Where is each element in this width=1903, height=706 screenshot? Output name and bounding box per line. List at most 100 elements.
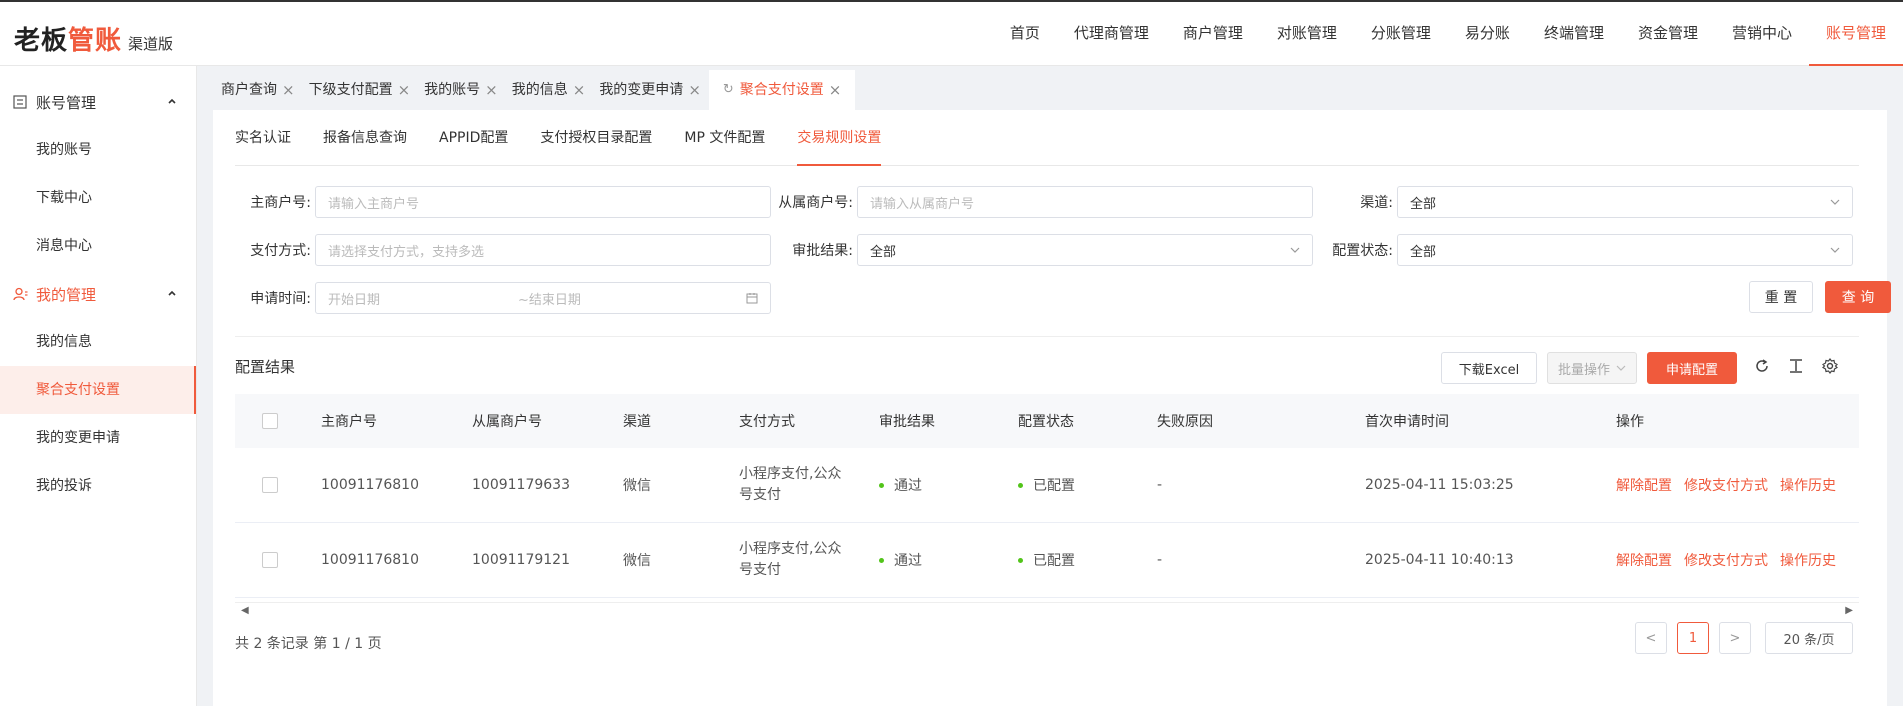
- horizontal-scrollbar[interactable]: ◀ ▶: [235, 602, 1859, 616]
- sidebar-item-complaints[interactable]: 我的投诉: [0, 462, 196, 510]
- sidebar-item-my-account[interactable]: 我的账号: [0, 126, 196, 174]
- close-icon[interactable]: ×: [573, 70, 586, 110]
- user-settings-icon: [12, 286, 28, 302]
- cell-apply-time: 2025-04-11 10:40:13: [1365, 552, 1514, 568]
- page-tab-merchant-query[interactable]: 商户查询 ×: [215, 70, 301, 110]
- row-checkbox[interactable]: [262, 552, 278, 568]
- close-icon[interactable]: ×: [688, 70, 701, 110]
- query-button[interactable]: 查 询: [1825, 281, 1891, 313]
- scroll-right-icon[interactable]: ▶: [1845, 605, 1853, 616]
- close-icon[interactable]: ×: [829, 70, 842, 110]
- page-1-button[interactable]: 1: [1677, 622, 1709, 654]
- start-date-input[interactable]: 开始日期: [328, 289, 518, 308]
- record-summary: 共 2 条记录 第 1 / 1 页: [235, 636, 382, 652]
- refresh-icon[interactable]: ↻: [723, 70, 734, 110]
- calendar-icon: [746, 293, 758, 304]
- close-icon[interactable]: ×: [485, 70, 498, 110]
- subtab-mp-file[interactable]: MP 文件配置: [684, 110, 765, 166]
- col-fail-reason: 失败原因: [1157, 414, 1213, 430]
- logo-text-2: 管账: [68, 26, 123, 56]
- page-size-select[interactable]: 20 条/页: [1765, 622, 1853, 654]
- reset-button[interactable]: 重 置: [1749, 281, 1813, 313]
- refresh-icon[interactable]: [1753, 357, 1771, 375]
- chevron-down-icon: [1616, 365, 1626, 371]
- status-dot: [879, 482, 884, 488]
- operation-history-link[interactable]: 操作历史: [1780, 475, 1836, 495]
- cell-pay-method: 小程序支付,公众 号支付: [739, 448, 879, 522]
- page-tab-aggregate-pay[interactable]: ↻ 聚合支付设置 ×: [708, 70, 856, 110]
- download-excel-button[interactable]: 下载Excel: [1441, 352, 1537, 384]
- sidebar-item-download[interactable]: 下载中心: [0, 174, 196, 222]
- sidebar-group-account[interactable]: 账号管理: [0, 78, 196, 126]
- end-date-input[interactable]: ~结束日期: [518, 289, 581, 308]
- topnav-merchant[interactable]: 商户管理: [1166, 2, 1260, 66]
- modify-pay-method-link[interactable]: 修改支付方式: [1684, 550, 1768, 570]
- batch-operation-button[interactable]: 批量操作: [1547, 352, 1637, 384]
- next-page-button[interactable]: >: [1719, 622, 1751, 654]
- topnav-home[interactable]: 首页: [993, 2, 1057, 66]
- main-merchant-input[interactable]: 请输入主商户号: [315, 186, 771, 218]
- topnav-reconcile[interactable]: 对账管理: [1260, 2, 1354, 66]
- unbind-config-link[interactable]: 解除配置: [1616, 550, 1672, 570]
- subtab-appid[interactable]: APPID配置: [439, 110, 508, 166]
- subtab-trade-rules[interactable]: 交易规则设置: [797, 110, 882, 166]
- select-all-checkbox[interactable]: [262, 413, 278, 429]
- operation-history-link[interactable]: 操作历史: [1780, 550, 1836, 570]
- status-dot: [879, 557, 884, 563]
- status-text: 通过: [894, 478, 922, 494]
- page-tab-my-info[interactable]: 我的信息 ×: [505, 70, 592, 110]
- row-checkbox[interactable]: [262, 477, 278, 493]
- filter-config-status: 配置状态: 全部: [1317, 233, 1853, 267]
- col-pay-method: 支付方式: [739, 414, 795, 430]
- subtab-filing-query[interactable]: 报备信息查询: [323, 110, 407, 166]
- select-value: 全部: [1410, 196, 1437, 212]
- sidebar-item-change-request[interactable]: 我的变更申请: [0, 414, 196, 462]
- col-first-apply-time: 首次申请时间: [1365, 414, 1449, 430]
- apply-config-button[interactable]: 申请配置: [1647, 352, 1737, 384]
- modify-pay-method-link[interactable]: 修改支付方式: [1684, 475, 1768, 495]
- filter-label: 渠道:: [1360, 195, 1393, 211]
- sidebar-item-my-info[interactable]: 我的信息: [0, 318, 196, 366]
- col-main-merchant: 主商户号: [321, 414, 377, 430]
- unbind-config-link[interactable]: 解除配置: [1616, 475, 1672, 495]
- scroll-left-icon[interactable]: ◀: [241, 605, 249, 616]
- cell-apply-time: 2025-04-11 15:03:25: [1365, 477, 1514, 493]
- cell-config-status: 已配置: [1018, 448, 1157, 522]
- topnav-split[interactable]: 分账管理: [1354, 2, 1448, 66]
- topnav-marketing[interactable]: 营销中心: [1715, 2, 1809, 66]
- cell-fail-reason: -: [1157, 477, 1163, 493]
- list-icon: [12, 94, 28, 110]
- approval-select[interactable]: 全部: [857, 234, 1313, 266]
- table-row: 10091176810 10091179633 微信 小程序支付,公众 号支付 通…: [235, 448, 1859, 523]
- filter-main-merchant: 主商户号: 请输入主商户号: [235, 185, 771, 219]
- filter-label: 支付方式:: [250, 243, 311, 259]
- sidebar-item-messages[interactable]: 消息中心: [0, 222, 196, 270]
- channel-select[interactable]: 全部: [1397, 186, 1853, 218]
- column-height-icon[interactable]: [1787, 357, 1805, 375]
- page-tab-my-account[interactable]: 我的账号 ×: [418, 70, 504, 110]
- brand-logo[interactable]: 老板管账 渠道版: [14, 20, 173, 57]
- col-config-status: 配置状态: [1018, 414, 1074, 430]
- topnav-account[interactable]: 账号管理: [1808, 2, 1903, 66]
- col-sub-merchant: 从属商户号: [472, 414, 542, 430]
- sidebar-item-aggregate-pay[interactable]: 聚合支付设置: [0, 366, 196, 414]
- pay-method-select[interactable]: 请选择支付方式，支持多选: [315, 234, 771, 266]
- filter-label: 主商户号:: [250, 195, 311, 211]
- page-tab-sub-pay-config[interactable]: 下级支付配置 ×: [302, 70, 417, 110]
- topnav-terminal[interactable]: 终端管理: [1527, 2, 1621, 66]
- topnav-agent[interactable]: 代理商管理: [1057, 2, 1166, 66]
- subtab-real-name[interactable]: 实名认证: [235, 110, 291, 166]
- date-range-picker[interactable]: 开始日期 ~结束日期: [315, 282, 771, 314]
- topnav-funds[interactable]: 资金管理: [1621, 2, 1715, 66]
- prev-page-button[interactable]: <: [1635, 622, 1667, 654]
- sidebar-group-my-management[interactable]: 我的管理: [0, 270, 196, 318]
- page-tab-change-request[interactable]: 我的变更申请 ×: [593, 70, 707, 110]
- sub-merchant-input[interactable]: 请输入从属商户号: [857, 186, 1313, 218]
- close-icon[interactable]: ×: [398, 70, 411, 110]
- subtab-auth-dir[interactable]: 支付授权目录配置: [540, 110, 652, 166]
- close-icon[interactable]: ×: [282, 70, 295, 110]
- gear-icon[interactable]: [1821, 357, 1839, 375]
- config-status-select[interactable]: 全部: [1397, 234, 1853, 266]
- topnav-easy-split[interactable]: 易分账: [1448, 2, 1527, 66]
- tab-label: 我的变更申请: [599, 82, 684, 98]
